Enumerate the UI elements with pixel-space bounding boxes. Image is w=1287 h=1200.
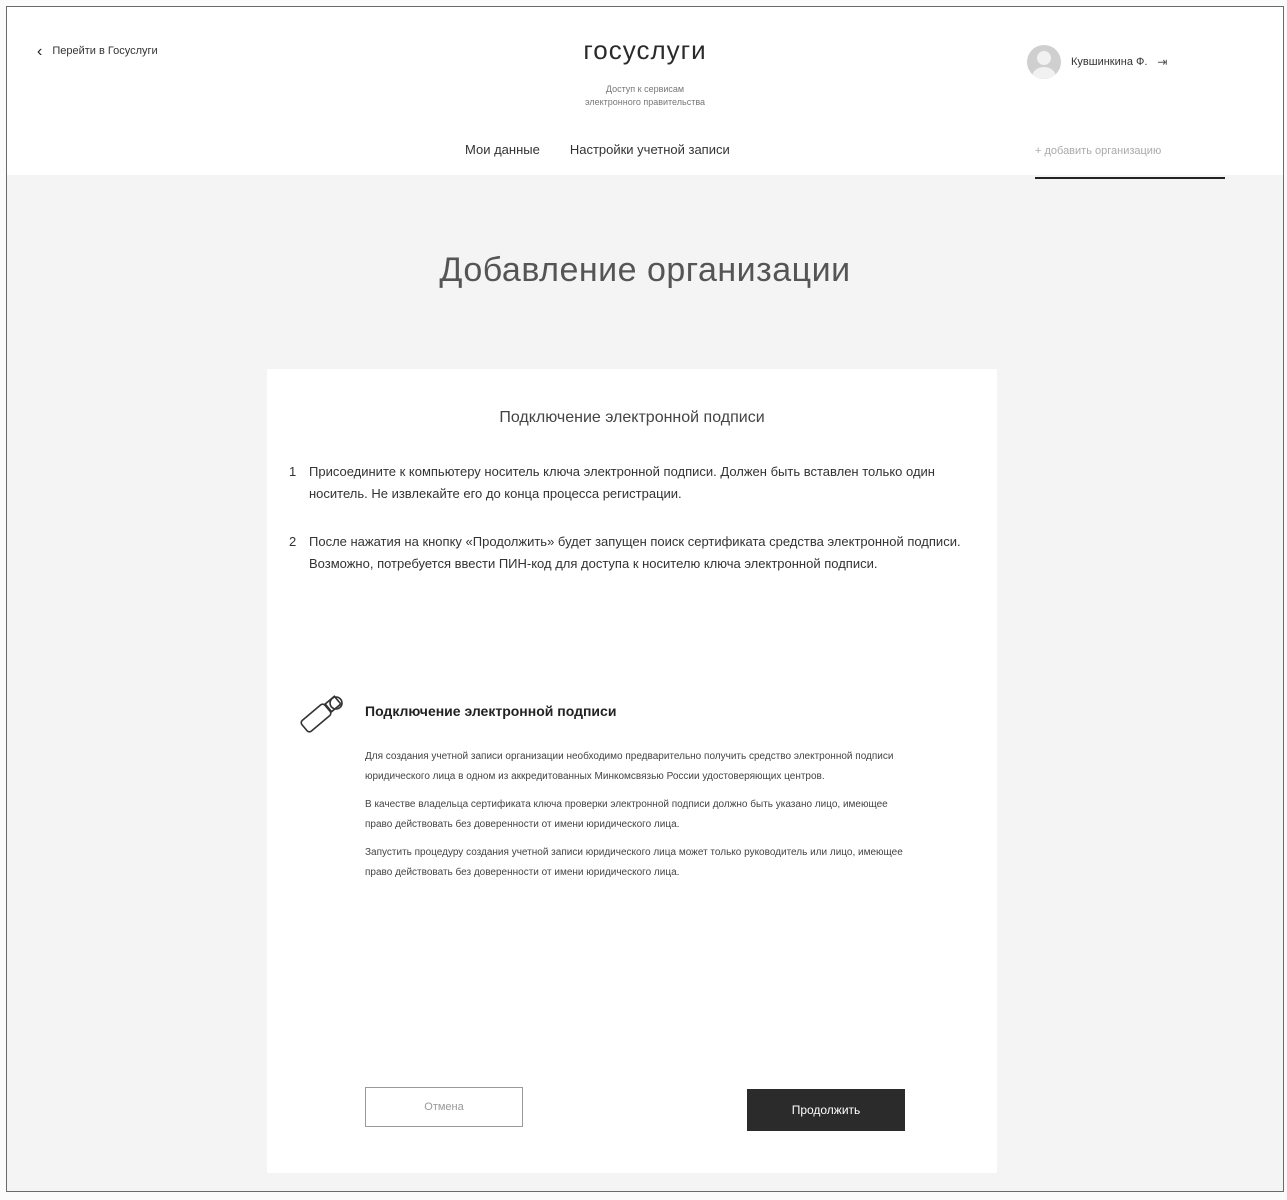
step-number: 2 [289,534,297,549]
card-title: Подключение электронной подписи [499,409,765,426]
nav-my-data[interactable]: Мои данные [465,142,540,157]
info-paragraph: В качестве владельца сертификата ключа п… [365,799,888,830]
subtitle-line1: Доступ к сервисам [605,84,685,94]
cancel-button[interactable]: Отмена [365,1087,523,1127]
page-title: Добавление организации [439,251,851,289]
logo-subtitle: Доступ к сервисам электронного правитель… [7,83,1283,109]
nav-account-settings[interactable]: Настройки учетной записи [570,142,730,157]
list-item: 1 Присоедините к компьютеру носитель клю… [289,461,969,505]
step-number: 1 [289,464,297,479]
signature-card: Подключение электронной подписи 1 Присое… [267,369,997,1173]
avatar[interactable] [1027,45,1061,79]
subtitle-line2: электронного правительства [584,97,706,107]
steps-list: 1 Присоедините к компьютеру носитель клю… [289,461,969,601]
info-paragraph: Запустить процедуру создания учетной зап… [365,847,903,878]
user-menu[interactable]: Кувшинкина Ф. ⇥ [1027,45,1167,79]
add-organization-tab[interactable]: + добавить организацию [1035,145,1225,179]
info-section: Подключение электронной подписи Для созд… [267,659,997,1059]
main-nav: Мои данные Настройки учетной записи [465,142,730,157]
info-paragraph: Для создания учетной записи организации … [365,751,894,782]
continue-button[interactable]: Продолжить [747,1089,905,1131]
info-text: Для создания учетной записи организации … [365,747,905,891]
step-text: Присоедините к компьютеру носитель ключа… [309,464,935,501]
step-text: После нажатия на кнопку «Продолжить» буд… [309,534,961,571]
user-name[interactable]: Кувшинкина Ф. [1071,56,1147,68]
list-item: 2 После нажатия на кнопку «Продолжить» б… [289,531,969,575]
logout-icon[interactable]: ⇥ [1157,55,1167,69]
page-frame: ‹ Перейти в Госуслуги госуслуги Доступ к… [6,6,1284,1192]
info-title: Подключение электронной подписи [365,703,617,719]
header: ‹ Перейти в Госуслуги госуслуги Доступ к… [7,7,1283,179]
usb-key-icon [300,695,343,733]
